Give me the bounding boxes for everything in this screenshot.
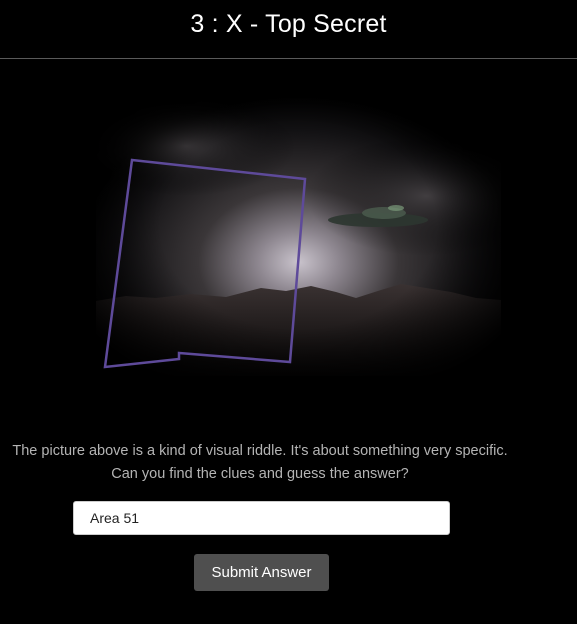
- submit-answer-button[interactable]: Submit Answer: [194, 554, 329, 591]
- riddle-line-2: Can you find the clues and guess the ans…: [111, 466, 409, 482]
- answer-input[interactable]: [73, 501, 450, 535]
- page-header: 3 : X - Top Secret: [0, 0, 577, 59]
- page-title: 3 : X - Top Secret: [190, 10, 387, 38]
- riddle-line-1: The picture above is a kind of visual ri…: [12, 443, 508, 459]
- riddle-image: [96, 76, 501, 376]
- vignette: [96, 76, 501, 376]
- riddle-description: The picture above is a kind of visual ri…: [0, 440, 520, 486]
